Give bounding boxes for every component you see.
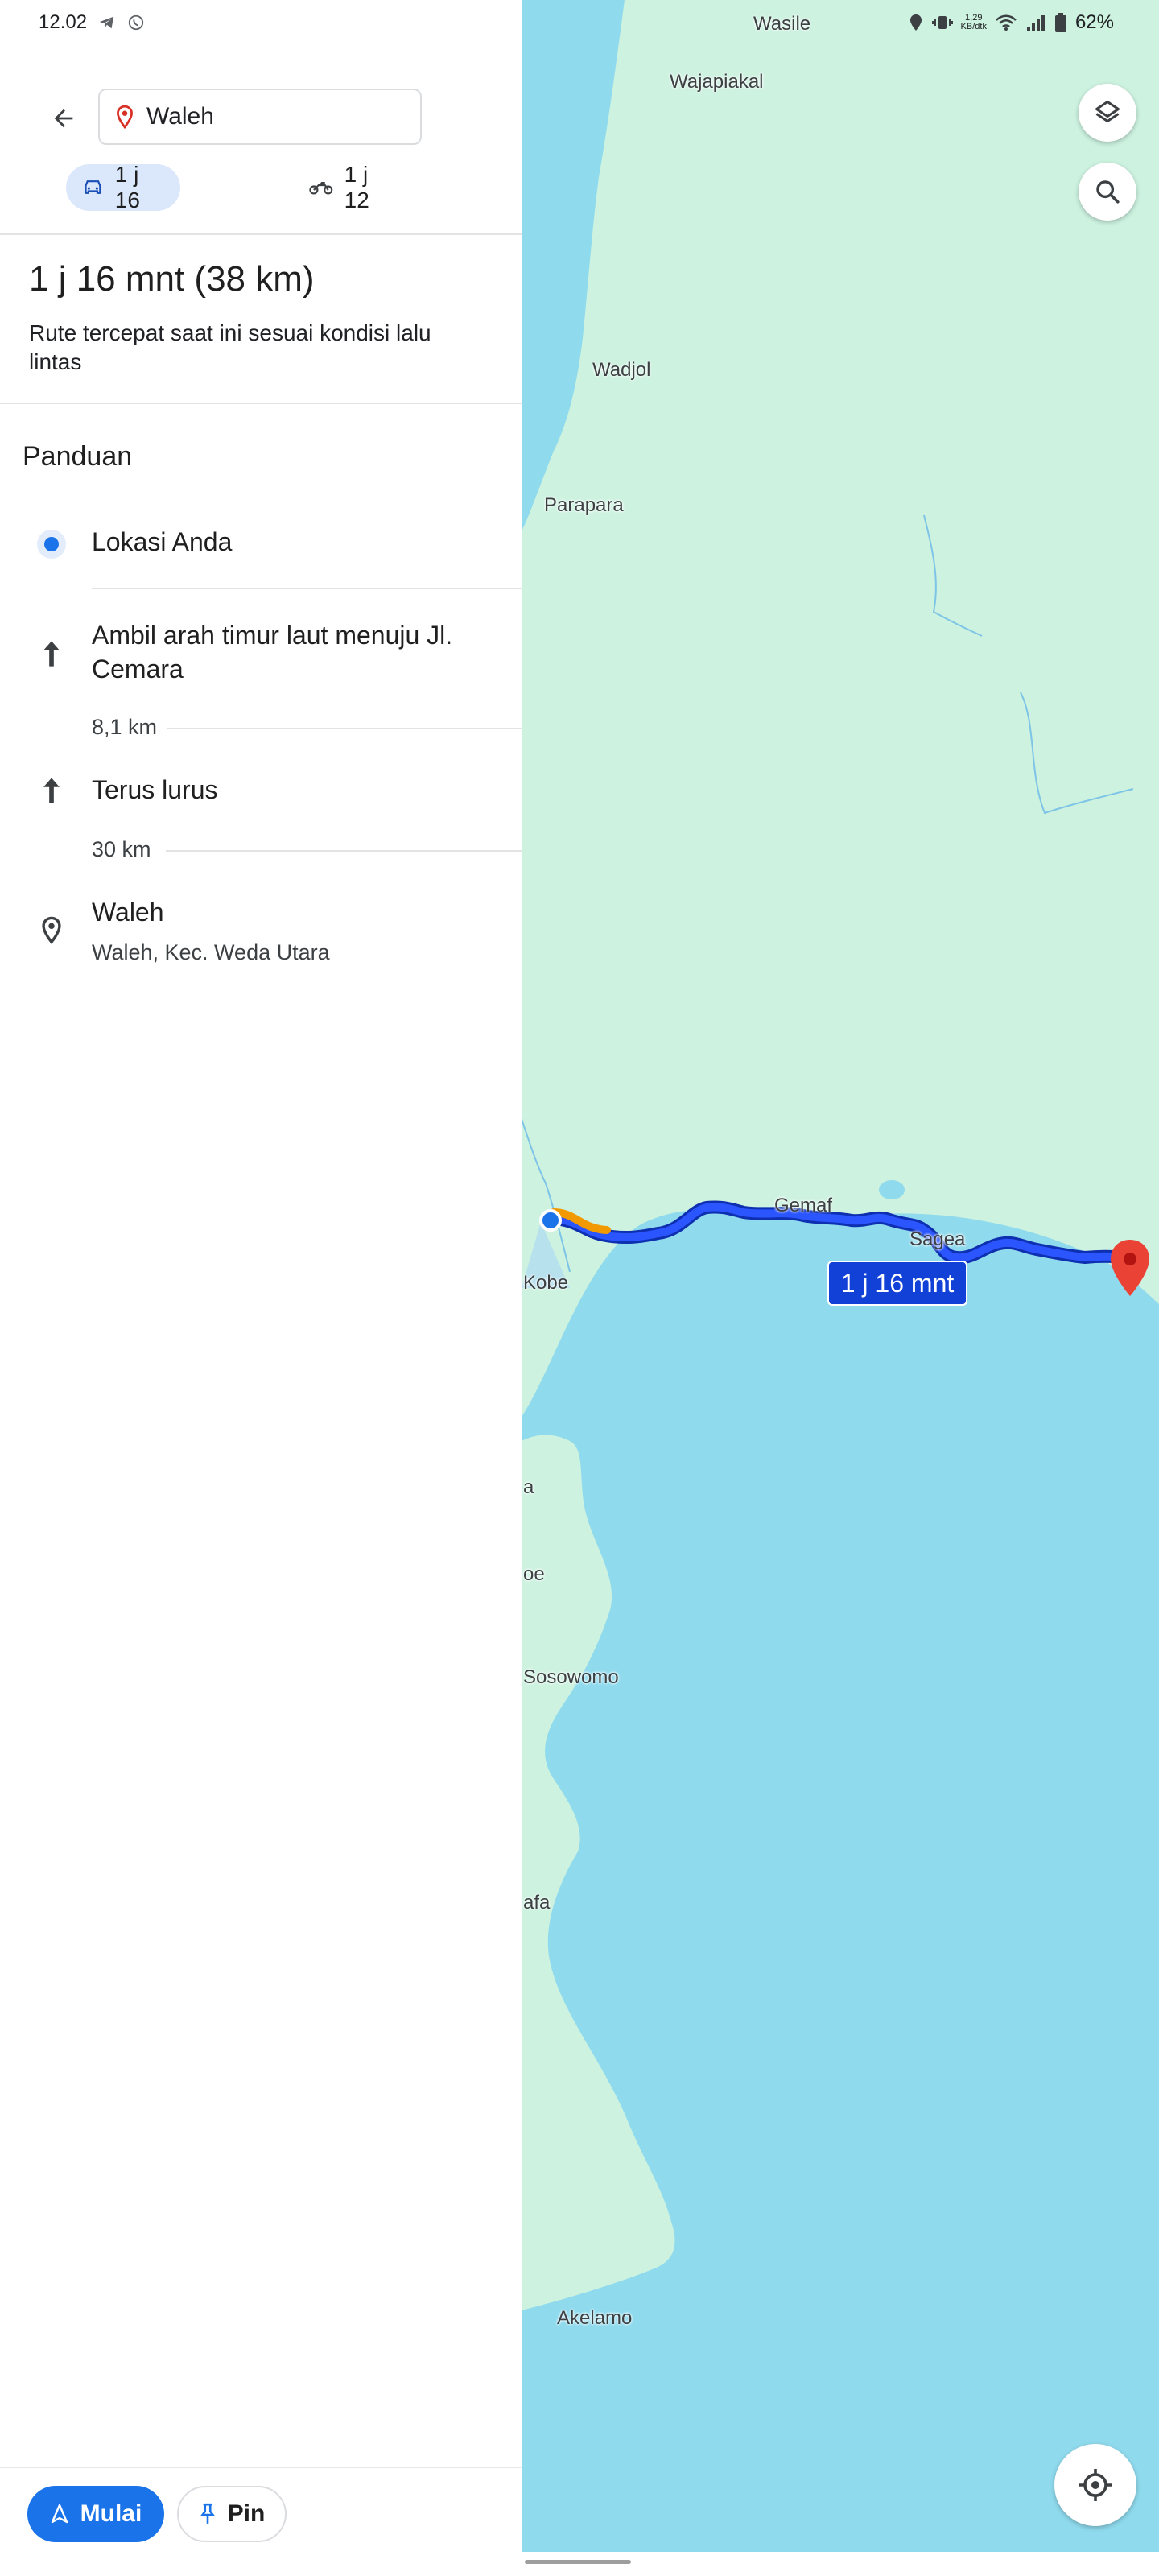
step-distance: 8,1 km [92,715,167,740]
start-button[interactable]: Mulai [27,2486,164,2542]
place-icon [32,911,71,950]
car-icon [85,180,101,194]
whatsapp-icon [128,14,144,31]
divider [0,233,522,235]
tab-car[interactable]: 1 j 16 [66,162,180,213]
map-label-wajapiakal: Wajapiakal [670,71,764,93]
step-destination[interactable]: Waleh [92,895,510,929]
start-button-label: Mulai [80,2500,142,2527]
step-separator [92,588,522,589]
map-label-wasile: Wasile [753,13,811,35]
signal-icon [1026,15,1045,31]
map-label-gemaf: Gemaf [774,1195,833,1216]
map-river [923,514,983,637]
network-speed: 1,29 KB/dtk [960,13,987,31]
step-distance-line [166,850,522,852]
map-current-location [539,1209,562,1232]
divider [0,402,522,404]
status-bar-left: 12.02 [39,11,145,34]
arrow-up-icon [32,771,71,810]
place-pin-icon [117,105,133,129]
map-label-sosowomo: Sosowomo [523,1666,619,1688]
vibrate-icon [931,16,953,29]
map-label-sagea: Sagea [909,1228,966,1250]
status-bar-right: 1,29 KB/dtk 62% [908,11,1114,34]
directions-panel: 12.02 Waleh 1 j 16 1 j 12 1 j 16 mnt (38… [0,0,522,2552]
pin-button-label: Pin [227,2500,266,2527]
destination-field[interactable]: Waleh [98,89,422,145]
map-label-a: a [523,1476,534,1498]
arrow-up-icon [32,634,71,673]
step-continue-straight[interactable]: Terus lurus [92,773,510,807]
step-distance: 30 km [92,837,161,862]
current-location-icon [32,525,71,564]
map-river [1020,691,1134,815]
step-head-northeast[interactable]: Ambil arah timur laut menuju Jl. Cemara [92,618,510,686]
my-location-button[interactable] [1054,2444,1136,2526]
map-label-kobe: Kobe [523,1272,569,1294]
search-button[interactable] [1079,163,1136,221]
map-water-bay [522,0,625,531]
battery-level: 62% [1074,11,1114,33]
map-label-akelamo: Akelamo [557,2307,633,2329]
map-water-sea [522,1208,1159,2552]
battery-icon [1054,13,1066,32]
pin-button[interactable]: Pin [177,2486,287,2542]
route-duration-badge[interactable]: 1 j 16 mnt [827,1261,967,1306]
guide-title: Panduan [23,441,133,472]
arrow-back-icon [54,109,73,128]
map-label-afa: afa [523,1892,551,1913]
tab-motorcycle[interactable]: 1 j 12 [293,162,406,213]
layers-icon [1095,101,1120,122]
map-label-parapara: Parapara [544,494,624,516]
map-water-lake [879,1180,905,1199]
map-label-wadjol: Wadjol [592,359,651,381]
search-icon [1096,180,1120,204]
status-time: 12.02 [39,11,88,33]
step-distance-line [166,728,522,729]
pin-icon [200,2503,215,2524]
route-summary-title: 1 j 16 mnt (38 km) [29,259,315,299]
wifi-icon [996,14,1017,31]
tab-car-label: 1 j 16 [114,162,140,213]
back-button[interactable] [43,98,84,138]
step-destination-address: Waleh, Kec. Weda Utara [92,940,330,964]
layers-button[interactable] [1079,84,1136,142]
step-your-location[interactable]: Lokasi Anda [92,525,510,559]
map-label-oe: oe [523,1563,545,1585]
tab-motorcycle-label: 1 j 12 [344,162,369,213]
navigation-arrow-icon [51,2504,68,2524]
route-summary-subtitle: Rute tercepat saat ini sesuai kondisi la… [29,320,431,374]
navigation-bar-area [0,2552,1159,2576]
location-status-icon [909,14,922,31]
my-location-icon [1079,2469,1112,2501]
destination-text: Waleh [146,103,214,130]
home-indicator[interactable] [525,2560,631,2564]
telegram-icon [99,16,114,29]
action-bar: Mulai Pin [0,2467,522,2553]
motorcycle-icon [309,181,333,195]
